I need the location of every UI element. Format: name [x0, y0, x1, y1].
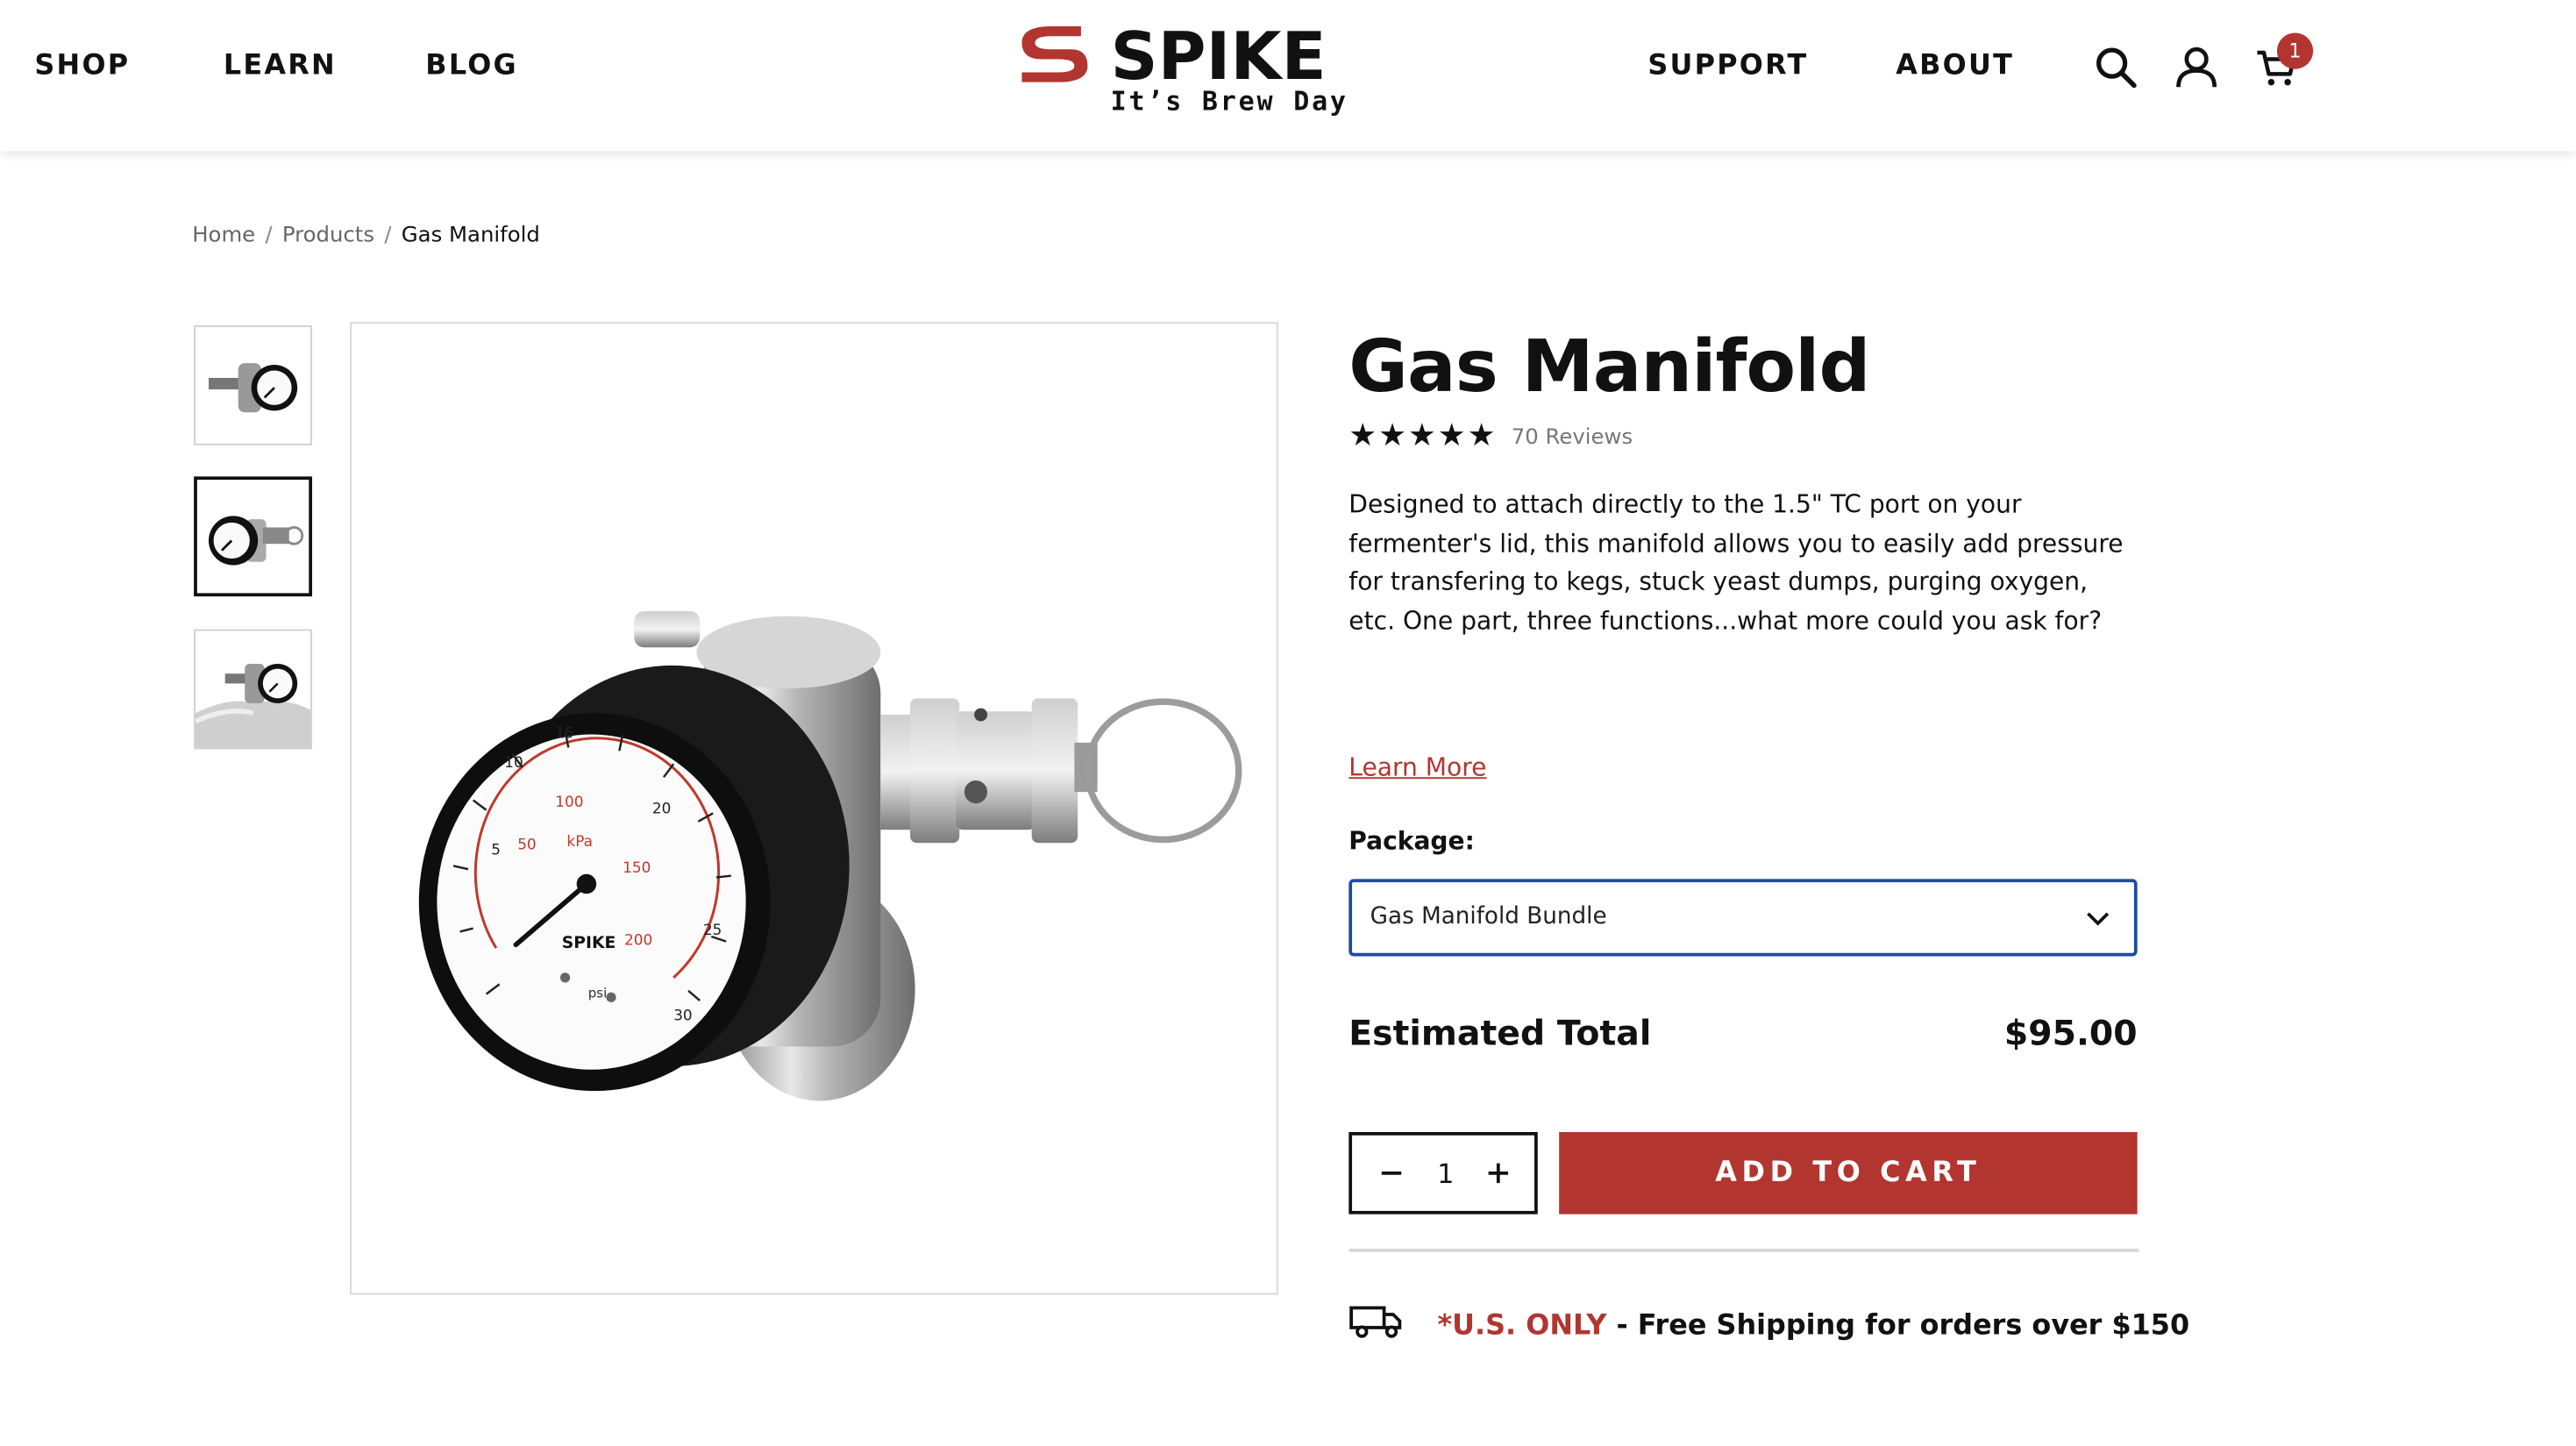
breadcrumb-home[interactable]: Home — [192, 224, 255, 248]
star-icon: ★ — [1467, 417, 1498, 454]
star-icon: ★ — [1437, 417, 1468, 454]
divider — [1348, 1249, 2139, 1252]
svg-text:200: 200 — [624, 930, 652, 948]
quantity-stepper: 1 — [1348, 1131, 1538, 1214]
star-icon: ★ — [1348, 417, 1379, 454]
shipping-us-only: *U.S. ONLY — [1437, 1309, 1607, 1343]
svg-text:25: 25 — [703, 921, 722, 938]
search-icon[interactable] — [2093, 45, 2138, 90]
truck-icon — [1349, 1306, 1402, 1338]
product-thumbnail-2[interactable] — [194, 476, 313, 597]
nav-shop[interactable]: SHOP — [34, 49, 130, 82]
cart-count-badge: 1 — [2276, 32, 2314, 69]
learn-more-link[interactable]: Learn More — [1348, 752, 1486, 782]
chevron-down-icon — [2087, 912, 2110, 926]
minus-icon[interactable] — [1373, 1155, 1409, 1191]
breadcrumb-separator: / — [384, 223, 392, 248]
breadcrumb-products[interactable]: Products — [282, 224, 374, 248]
star-icon: ★ — [1378, 417, 1408, 454]
main-product-image[interactable]: 5 10 15 20 25 30 50 100 150 200 kPa SPIK… — [350, 322, 1278, 1295]
package-label: Package: — [1348, 826, 1475, 857]
nav-about[interactable]: ABOUT — [1896, 49, 2014, 82]
add-to-cart-button[interactable]: ADD TO CART — [1559, 1131, 2138, 1214]
svg-text:150: 150 — [623, 858, 651, 876]
product-title: Gas Manifold — [1348, 324, 1870, 410]
breadcrumb: Home / Products / Gas Manifold — [192, 224, 540, 248]
svg-text:50: 50 — [517, 836, 536, 853]
logo-mark-icon — [1021, 25, 1088, 82]
shipping-free-text: - Free Shipping for orders over $150 — [1606, 1309, 2190, 1343]
breadcrumb-separator: / — [265, 223, 273, 248]
product-description: Designed to attach directly to the 1.5" … — [1348, 489, 2124, 636]
nav-blog[interactable]: BLOG — [425, 49, 518, 82]
plus-icon[interactable] — [1480, 1155, 1516, 1191]
product-thumbnail-1[interactable] — [194, 324, 313, 445]
gauge-psi-label: psi — [588, 985, 607, 1001]
shipping-notice: *U.S. ONLY - Free Shipping for orders ov… — [1437, 1309, 2189, 1342]
svg-text:10: 10 — [504, 753, 523, 771]
product-thumbnail-3[interactable] — [194, 629, 313, 750]
svg-text:20: 20 — [652, 799, 671, 816]
star-rating[interactable]: ★★★★★ — [1348, 417, 1497, 453]
gauge-kpa-label: kPa — [566, 832, 593, 850]
gauge-brand-label: SPIKE — [562, 934, 616, 952]
nav-learn[interactable]: LEARN — [224, 49, 337, 82]
gas-manifold-image: 5 10 15 20 25 30 50 100 150 200 kPa SPIK… — [418, 611, 1242, 1101]
thumbnail-gauge-image — [208, 516, 304, 566]
site-header: SHOP LEARN BLOG SPIKE It’s Brew Day SUPP… — [0, 0, 2576, 152]
spike-logo[interactable]: SPIKE It’s Brew Day — [1008, 19, 1346, 118]
estimated-total-label: Estimated Total — [1348, 1014, 1652, 1054]
package-select-value: Gas Manifold Bundle — [1370, 903, 1607, 930]
svg-text:15: 15 — [555, 723, 573, 741]
svg-text:30: 30 — [673, 1007, 692, 1024]
thumbnail-gauge-image — [208, 363, 298, 413]
quantity-value[interactable]: 1 — [1431, 1158, 1461, 1190]
breadcrumb-current: Gas Manifold — [401, 223, 540, 248]
estimated-total-price: $95.00 — [2003, 1014, 2138, 1054]
package-select[interactable]: Gas Manifold Bundle — [1348, 879, 2138, 957]
logo-tagline: It’s Brew Day — [1110, 85, 1348, 118]
svg-text:100: 100 — [555, 793, 583, 810]
nav-support[interactable]: SUPPORT — [1647, 49, 1808, 82]
thumbnail-fermenter-image — [194, 663, 311, 748]
star-icon: ★ — [1407, 417, 1438, 454]
reviews-link[interactable]: 70 Reviews — [1512, 425, 1633, 450]
account-icon[interactable] — [2174, 45, 2219, 90]
svg-text:5: 5 — [491, 840, 501, 858]
logo-wordmark: SPIKE — [1110, 19, 1327, 96]
